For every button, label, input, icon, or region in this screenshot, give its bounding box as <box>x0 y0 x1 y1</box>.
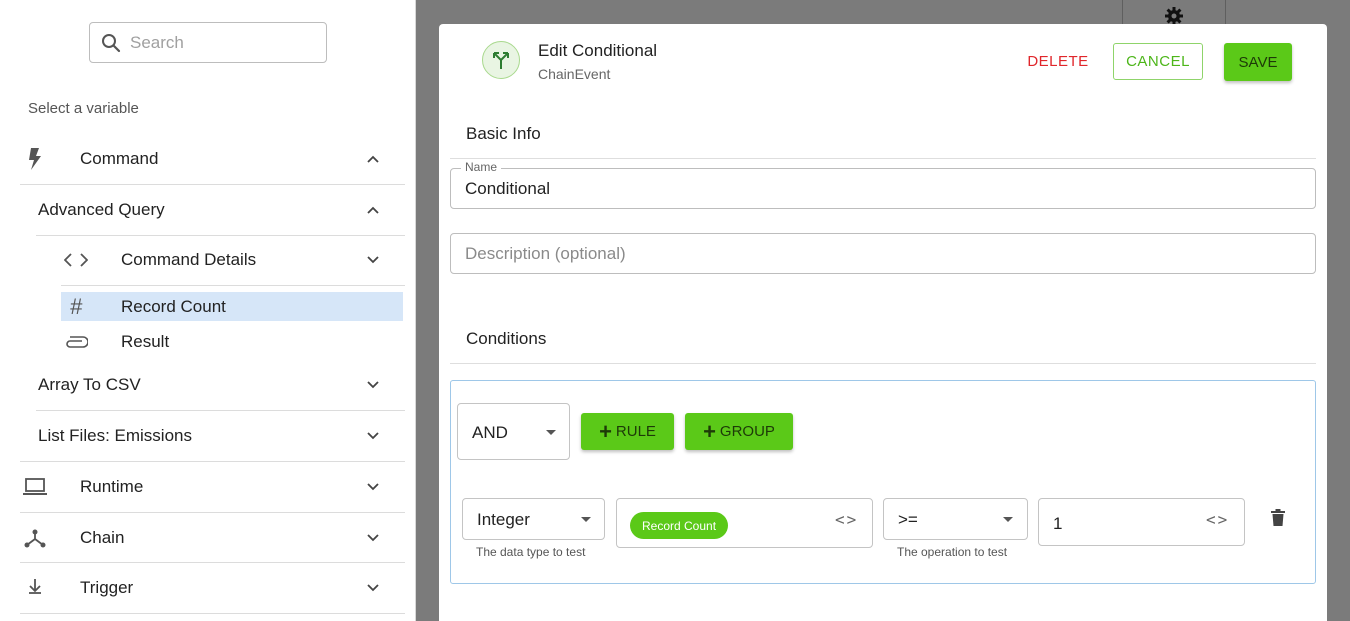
lightning-icon <box>20 144 50 174</box>
edit-conditional-dialog: Edit Conditional ChainEvent DELETE CANCE… <box>439 24 1327 621</box>
add-rule-label: RULE <box>615 423 656 440</box>
divider <box>20 512 405 513</box>
chevron-down-icon[interactable] <box>361 373 385 397</box>
description-placeholder: Description (optional) <box>465 244 626 263</box>
chevron-down-icon[interactable] <box>361 424 385 448</box>
sidebar-item-label: Trigger <box>80 578 134 597</box>
divider <box>20 562 405 563</box>
data-type-helper: The data type to test <box>476 545 586 559</box>
data-type-value: Integer <box>477 510 530 529</box>
data-type-select[interactable]: Integer <box>462 498 605 540</box>
sidebar-item-label: List Files: Emissions <box>38 426 192 445</box>
download-icon <box>20 573 50 603</box>
combinator-select[interactable]: AND <box>457 403 570 460</box>
chevron-down-icon[interactable] <box>361 475 385 499</box>
divider <box>20 461 405 462</box>
sidebar-item-label: Runtime <box>80 477 144 496</box>
variable-field[interactable]: Record Count <> <box>616 498 873 548</box>
code-icon[interactable]: <> <box>1206 510 1229 529</box>
dialog-title: Edit Conditional <box>538 41 658 60</box>
basic-info-heading: Basic Info <box>466 124 541 143</box>
delete-button[interactable]: DELETE <box>1017 43 1099 79</box>
sidebar-item-label: Advanced Query <box>38 200 165 219</box>
sidebar-item-advanced-query[interactable]: Advanced Query <box>38 195 405 225</box>
plus-icon: + <box>703 418 716 444</box>
laptop-icon <box>20 472 50 502</box>
sidebar-item-chain[interactable]: Chain <box>20 523 405 553</box>
operator-value: >= <box>898 510 918 529</box>
conditional-fork-icon <box>482 41 520 79</box>
settings-tab <box>1122 0 1226 26</box>
sidebar-item-label: Chain <box>80 528 125 547</box>
search-box[interactable] <box>89 22 327 63</box>
conditions-heading: Conditions <box>466 329 547 348</box>
caret-down-icon <box>546 430 556 435</box>
divider <box>20 613 405 614</box>
add-group-label: GROUP <box>719 423 775 440</box>
divider <box>450 158 1316 159</box>
select-variable-label: Select a variable <box>28 100 139 117</box>
variable-sidebar: Select a variable Command Advanced Query… <box>0 0 416 621</box>
sidebar-item-list-files-emissions[interactable]: List Files: Emissions <box>38 421 405 451</box>
search-input[interactable] <box>130 32 320 53</box>
sidebar-item-label: Array To CSV <box>38 375 141 394</box>
name-field-value: Conditional <box>465 179 551 198</box>
caret-down-icon <box>1003 517 1013 522</box>
caret-down-icon <box>581 517 591 522</box>
divider <box>450 363 1316 364</box>
chevron-up-icon[interactable] <box>361 147 385 171</box>
sidebar-item-trigger[interactable]: Trigger <box>20 573 405 603</box>
sidebar-item-label: Result <box>121 332 170 351</box>
compare-value: 1 <box>1053 514 1063 533</box>
code-icon[interactable]: <> <box>835 510 858 529</box>
chevron-up-icon[interactable] <box>361 198 385 222</box>
name-field-label: Name <box>461 160 502 174</box>
plus-icon: + <box>599 418 612 444</box>
description-field[interactable]: Description (optional) <box>450 233 1316 274</box>
condition-group: AND + RULE + GROUP Integer The data type… <box>450 380 1316 584</box>
sidebar-item-record-count[interactable]: # Record Count <box>61 292 403 321</box>
chain-icon <box>20 523 50 553</box>
sidebar-item-label: Command <box>80 149 159 168</box>
chevron-down-icon[interactable] <box>361 576 385 600</box>
add-rule-button[interactable]: + RULE <box>581 413 674 450</box>
operator-helper: The operation to test <box>897 545 1008 559</box>
chevron-down-icon[interactable] <box>361 248 385 272</box>
compare-value-field[interactable]: 1 <> <box>1038 498 1245 546</box>
divider <box>36 410 405 411</box>
save-button[interactable]: SAVE <box>1224 43 1292 81</box>
sidebar-item-result[interactable]: Result <box>61 327 405 357</box>
name-field[interactable]: Name Conditional <box>450 160 1316 209</box>
sidebar-item-label: Record Count <box>121 296 226 316</box>
hash-icon: # <box>69 293 83 319</box>
sidebar-item-command-details[interactable]: Command Details <box>61 245 405 275</box>
sidebar-item-label: Command Details <box>121 250 257 269</box>
sidebar-item-runtime[interactable]: Runtime <box>20 472 405 502</box>
sidebar-item-array-to-csv[interactable]: Array To CSV <box>38 370 405 400</box>
operator-select[interactable]: >= <box>883 498 1028 540</box>
divider <box>36 235 405 236</box>
divider <box>20 184 405 185</box>
code-icon <box>61 245 91 275</box>
sidebar-item-command[interactable]: Command <box>20 144 405 174</box>
search-icon <box>100 32 122 54</box>
cancel-button[interactable]: CANCEL <box>1113 43 1203 80</box>
dialog-subtitle: ChainEvent <box>538 66 611 82</box>
chevron-down-icon[interactable] <box>361 526 385 550</box>
divider <box>61 285 405 286</box>
combinator-value: AND <box>472 423 508 442</box>
trash-icon[interactable] <box>1271 509 1285 531</box>
paperclip-icon <box>61 327 91 357</box>
add-group-button[interactable]: + GROUP <box>685 413 793 450</box>
variable-chip[interactable]: Record Count <box>630 512 729 539</box>
